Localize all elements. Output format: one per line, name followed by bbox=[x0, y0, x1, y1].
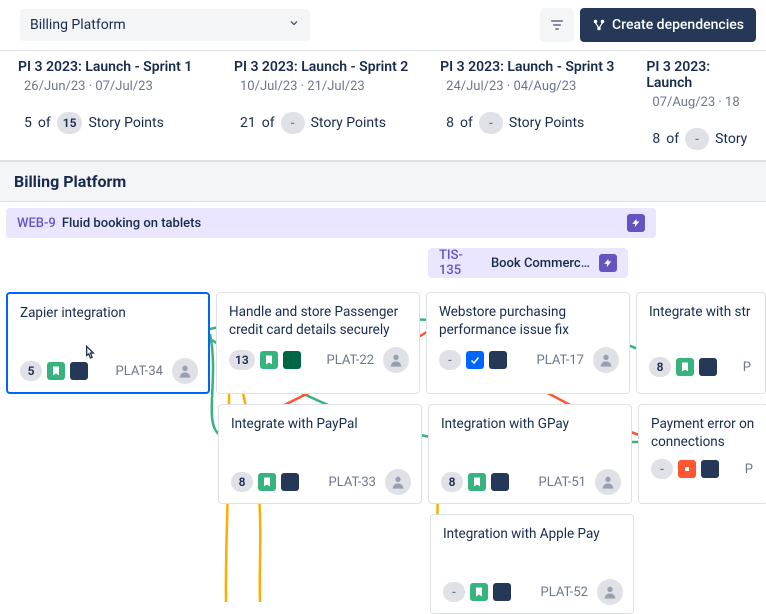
issue-card[interactable]: Payment error on connections - P bbox=[638, 404, 766, 504]
sprint-points: 5 of 15 Story Points bbox=[18, 112, 205, 134]
card-key: PLAT-51 bbox=[539, 475, 586, 490]
card-title: Payment error on connections bbox=[651, 415, 757, 451]
story-points-pill: 8 bbox=[441, 472, 463, 492]
card-key: P bbox=[745, 462, 753, 477]
epic-key: WEB-9 bbox=[17, 216, 56, 231]
type-icon bbox=[491, 473, 509, 491]
story-points-pill: 13 bbox=[229, 350, 255, 370]
pointer-cursor-icon bbox=[80, 342, 100, 368]
assignee-avatar[interactable] bbox=[172, 358, 198, 384]
issue-card[interactable]: Zapier integration 5 PLAT-34 bbox=[6, 292, 210, 394]
section-title: Billing Platform bbox=[0, 162, 766, 202]
bolt-icon bbox=[627, 214, 645, 232]
card-key: PLAT-17 bbox=[537, 353, 584, 368]
issue-card[interactable]: Webstore purchasing performance issue fi… bbox=[426, 292, 630, 394]
project-selector-label: Billing Platform bbox=[30, 17, 126, 33]
assignee-avatar[interactable] bbox=[385, 469, 411, 495]
issue-card[interactable]: Integrate with str 8 P bbox=[636, 292, 766, 394]
bookmark-icon bbox=[676, 358, 694, 376]
assignee-avatar[interactable] bbox=[597, 579, 623, 605]
sprint-points: 8 of - Story bbox=[646, 128, 755, 150]
card-title: Integration with GPay bbox=[441, 415, 621, 451]
sprint-title: PI 3 2023: Launch - Sprint 3 bbox=[440, 59, 617, 75]
sprint-points: 21 of - Story Points bbox=[234, 112, 411, 134]
card-title: Handle and store Passenger credit card d… bbox=[229, 303, 409, 339]
issue-card[interactable]: Integration with Apple Pay - PLAT-52 bbox=[430, 514, 634, 614]
sprint-column: PI 3 2023: Launch 07/Aug/23 · 18 8 of - … bbox=[628, 51, 766, 160]
issue-card[interactable]: Integrate with PayPal 8 PLAT-33 bbox=[218, 404, 422, 504]
priority-icon bbox=[678, 460, 696, 478]
story-points-pill: 8 bbox=[649, 357, 671, 377]
sprint-title: PI 3 2023: Launch - Sprint 1 bbox=[18, 59, 205, 75]
dependencies-icon bbox=[592, 18, 606, 32]
bookmark-icon bbox=[258, 473, 276, 491]
create-dependencies-button[interactable]: Create dependencies bbox=[580, 8, 756, 42]
checkbox-icon bbox=[466, 351, 484, 369]
card-title: Zapier integration bbox=[20, 304, 198, 340]
points-total-pill: - bbox=[685, 128, 709, 150]
board: Zapier integration 5 PLAT-34 Handle and … bbox=[0, 282, 766, 614]
chevron-down-icon bbox=[288, 17, 300, 33]
story-points-pill: 5 bbox=[20, 361, 42, 381]
sprint-title: PI 3 2023: Launch bbox=[646, 59, 755, 91]
points-total-pill: - bbox=[281, 112, 305, 134]
type-icon bbox=[493, 583, 511, 601]
epic-bar[interactable]: WEB-9 Fluid booking on tablets bbox=[6, 208, 656, 238]
sprint-dates: 24/Jul/23 · 04/Aug/23 bbox=[440, 79, 617, 94]
bookmark-icon bbox=[470, 583, 488, 601]
epic-title: Fluid booking on tablets bbox=[62, 216, 201, 231]
issue-card[interactable]: Integration with GPay 8 PLAT-51 bbox=[428, 404, 632, 504]
assignee-avatar[interactable] bbox=[595, 469, 621, 495]
epic-bar[interactable]: TIS-135 Book Commerci… bbox=[428, 248, 628, 278]
sprint-header-row: PI 3 2023: Launch - Sprint 1 26/Jun/23 ·… bbox=[0, 50, 766, 162]
sprint-column: PI 3 2023: Launch - Sprint 1 26/Jun/23 ·… bbox=[0, 51, 216, 160]
type-icon bbox=[283, 351, 301, 369]
sprint-dates: 07/Aug/23 · 18 bbox=[646, 95, 755, 110]
story-points-pill: - bbox=[651, 459, 673, 479]
card-key: PLAT-52 bbox=[541, 585, 588, 600]
assignee-avatar[interactable] bbox=[593, 347, 619, 373]
story-points-pill: 8 bbox=[231, 472, 253, 492]
type-icon bbox=[489, 351, 507, 369]
card-title: Integrate with str bbox=[649, 303, 755, 339]
filter-icon bbox=[549, 17, 565, 33]
card-title: Webstore purchasing performance issue fi… bbox=[439, 303, 619, 339]
story-points-pill: - bbox=[439, 350, 461, 370]
bolt-icon bbox=[599, 254, 617, 272]
sprint-column: PI 3 2023: Launch - Sprint 3 24/Jul/23 ·… bbox=[422, 51, 628, 160]
bookmark-icon bbox=[468, 473, 486, 491]
sprint-points: 8 of - Story Points bbox=[440, 112, 617, 134]
card-title: Integrate with PayPal bbox=[231, 415, 411, 451]
points-total-pill: 15 bbox=[57, 112, 83, 134]
epic-title: Book Commerci… bbox=[491, 256, 593, 271]
assignee-avatar[interactable] bbox=[383, 347, 409, 373]
card-key: PLAT-33 bbox=[329, 475, 376, 490]
sprint-title: PI 3 2023: Launch - Sprint 2 bbox=[234, 59, 411, 75]
card-key: P bbox=[743, 360, 751, 375]
issue-card[interactable]: Handle and store Passenger credit card d… bbox=[216, 292, 420, 394]
type-icon bbox=[281, 473, 299, 491]
card-key: PLAT-22 bbox=[327, 353, 374, 368]
story-points-pill: - bbox=[443, 582, 465, 602]
epic-key: TIS-135 bbox=[439, 248, 485, 278]
filter-button[interactable] bbox=[540, 8, 574, 42]
project-selector[interactable]: Billing Platform bbox=[20, 9, 310, 41]
type-icon bbox=[701, 460, 719, 478]
create-dependencies-label: Create dependencies bbox=[612, 17, 744, 33]
type-icon bbox=[699, 358, 717, 376]
card-key: PLAT-34 bbox=[116, 364, 163, 379]
sprint-dates: 10/Jul/23 · 21/Jul/23 bbox=[234, 79, 411, 94]
bookmark-icon bbox=[47, 362, 65, 380]
points-total-pill: - bbox=[479, 112, 503, 134]
bookmark-icon bbox=[260, 351, 278, 369]
sprint-dates: 26/Jun/23 · 07/Jul/23 bbox=[18, 79, 205, 94]
sprint-column: PI 3 2023: Launch - Sprint 2 10/Jul/23 ·… bbox=[216, 51, 422, 160]
card-title: Integration with Apple Pay bbox=[443, 525, 623, 561]
